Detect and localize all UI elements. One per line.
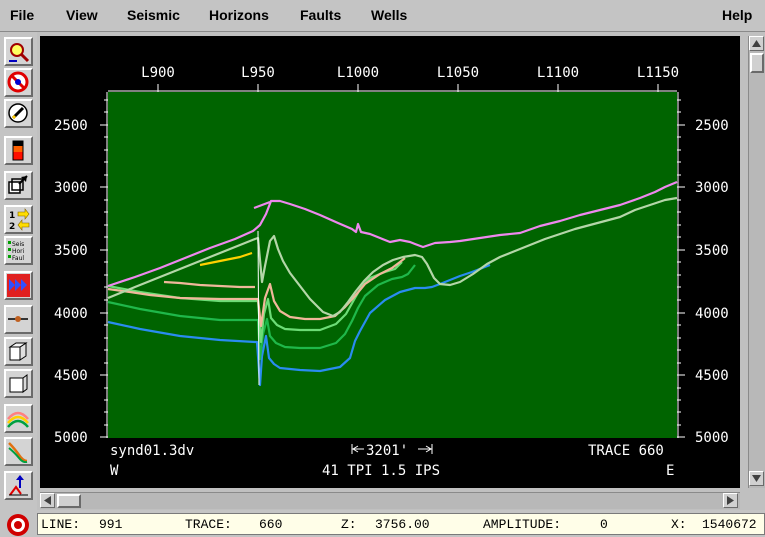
scroll-down-button[interactable] xyxy=(749,471,764,486)
well-arrow-icon xyxy=(9,475,28,496)
vertical-scrollbar[interactable] xyxy=(748,36,765,488)
resize-button[interactable] xyxy=(4,171,33,200)
horizon-arcs-icon xyxy=(7,411,29,428)
depth-label-3000-right: 3000 xyxy=(695,180,729,196)
left-depth-axis xyxy=(100,92,108,438)
edit-button[interactable] xyxy=(4,99,33,128)
target-icon xyxy=(7,514,29,536)
menu-faults[interactable]: Faults xyxy=(300,7,341,23)
status-readout: LINE: 991 TRACE: 660 Z: 3756.00 AMPLITUD… xyxy=(37,513,765,535)
depth-label-2500-left: 2500 xyxy=(54,118,88,134)
layers-button[interactable]: Seis Hori Faul xyxy=(4,236,33,265)
trace-label-l950: L950 xyxy=(241,65,275,81)
svg-text:Faul: Faul xyxy=(12,255,24,262)
depth-label-5000-left: 5000 xyxy=(54,430,88,446)
color-scale-button[interactable] xyxy=(4,136,33,165)
depth-label-3000-left: 3000 xyxy=(54,180,88,196)
menu-seismic[interactable]: Seismic xyxy=(127,7,180,23)
scroll-left-button[interactable] xyxy=(40,493,55,508)
depth-label-5000-right: 5000 xyxy=(695,430,729,446)
depth-label-4500-left: 4500 xyxy=(54,368,88,384)
depth-label-2500-right: 2500 xyxy=(695,118,729,134)
right-depth-axis xyxy=(677,92,685,438)
scale-info-label: 41 TPI 1.5 IPS xyxy=(322,463,440,479)
svg-text:Hori: Hori xyxy=(12,248,25,255)
status-z-label: Z: xyxy=(341,517,357,532)
horizons-button[interactable] xyxy=(4,404,33,433)
depth-label-4500-right: 4500 xyxy=(695,368,729,384)
cube-button[interactable] xyxy=(4,369,33,398)
west-label: W xyxy=(110,463,119,479)
status-line-label: LINE: xyxy=(41,517,81,532)
scale-bar-label: 3201' xyxy=(366,443,408,459)
status-amplitude-value: 0 xyxy=(600,517,608,532)
trace-label-l1150: L1150 xyxy=(637,65,679,81)
horizontal-scrollbar[interactable] xyxy=(40,492,740,509)
depth-label-3500-left: 3500 xyxy=(54,243,88,259)
status-line-value: 991 xyxy=(99,517,123,532)
arrow-up-icon xyxy=(752,40,761,47)
seismic-section[interactable]: L900 L950 L1000 L1050 L1100 L1150 2500 3… xyxy=(40,36,740,488)
status-amplitude-label: AMPLITUDE: xyxy=(483,517,562,532)
section-panel xyxy=(108,92,677,438)
layers-list-icon: Seis Hori Faul xyxy=(8,241,25,262)
status-x-label: X: xyxy=(671,517,687,532)
menu-wells[interactable]: Wells xyxy=(371,7,407,23)
depth-label-4000-left: 4000 xyxy=(54,306,88,322)
status-trace-value: 660 xyxy=(259,517,283,532)
menu-horizons[interactable]: Horizons xyxy=(209,7,269,23)
faults-button[interactable] xyxy=(4,437,33,466)
status-bar: LINE: 991 TRACE: 660 Z: 3756.00 AMPLITUD… xyxy=(0,510,765,537)
scroll-right-button[interactable] xyxy=(723,493,738,508)
status-trace-label: TRACE: xyxy=(185,517,232,532)
swap-order-icon: 1 2 xyxy=(9,208,30,231)
horizontal-scroll-thumb[interactable] xyxy=(57,494,81,508)
animate-button[interactable] xyxy=(4,271,33,300)
seismic-canvas[interactable]: L900 L950 L1000 L1050 L1100 L1150 2500 3… xyxy=(40,36,740,488)
svg-text:2: 2 xyxy=(9,222,15,231)
zoom-button[interactable] xyxy=(4,37,33,66)
swap-order-button[interactable]: 1 2 xyxy=(4,205,33,234)
trace-label-l1100: L1100 xyxy=(537,65,579,81)
menu-bar: File View Seismic Horizons Faults Wells … xyxy=(0,0,765,32)
depth-label-4000-right: 4000 xyxy=(695,306,729,322)
arrow-right-icon xyxy=(727,496,734,505)
menu-file[interactable]: File xyxy=(10,7,34,23)
menu-view[interactable]: View xyxy=(66,7,98,23)
tool-palette: 1 2 Seis Hori Faul xyxy=(0,32,37,537)
no-entry-icon xyxy=(7,71,29,93)
arrow-down-icon xyxy=(752,475,761,482)
color-bar-icon xyxy=(12,140,24,161)
status-x-value: 1540672 xyxy=(702,517,757,532)
scroll-up-button[interactable] xyxy=(749,36,764,51)
pick-line-button[interactable] xyxy=(4,305,33,334)
menu-help[interactable]: Help xyxy=(722,7,752,23)
pick-line-icon xyxy=(8,316,28,322)
pencil-icon xyxy=(8,103,28,123)
trace-label-l900: L900 xyxy=(141,65,175,81)
trace-label-l1050: L1050 xyxy=(437,65,479,81)
status-z-value: 3756.00 xyxy=(375,517,430,532)
svg-text:1: 1 xyxy=(9,211,15,221)
wells-button[interactable] xyxy=(4,471,33,500)
resize-icon xyxy=(8,175,28,194)
east-label: E xyxy=(666,463,674,479)
cube-open-button[interactable] xyxy=(4,337,33,366)
cube-open-icon xyxy=(8,342,28,361)
cube-icon xyxy=(9,374,28,393)
zoom-icon xyxy=(9,43,30,63)
trace-number-label: TRACE 660 xyxy=(588,443,664,459)
file-name-label: synd01.3dv xyxy=(110,443,194,459)
cancel-button[interactable] xyxy=(4,68,33,97)
top-axis xyxy=(108,84,677,92)
depth-label-3500-right: 3500 xyxy=(695,243,729,259)
vertical-scroll-thumb[interactable] xyxy=(750,53,764,73)
fast-forward-icon xyxy=(7,274,30,297)
arrow-left-icon xyxy=(44,496,51,505)
svg-text:Seis: Seis xyxy=(12,241,24,248)
fault-lines-icon xyxy=(8,442,28,463)
trace-label-l1000: L1000 xyxy=(337,65,379,81)
